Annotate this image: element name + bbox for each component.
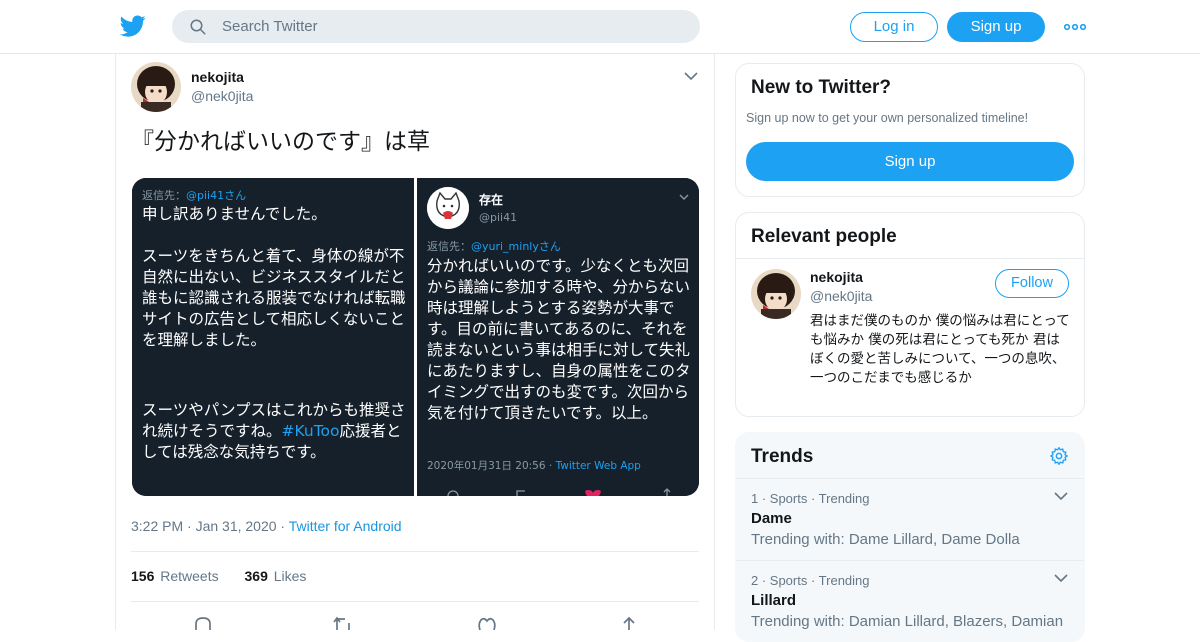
likes-stat[interactable]: 369 Likes [245, 568, 307, 584]
media-image-right: 存在 @pii41 返信先：@yuri_minlyさん 分かればいいのです。少な… [417, 178, 699, 496]
trends-title: Trends [751, 446, 814, 467]
image-text-right: 分かればいいのです。少なくとも次回から議論に参加する時や、分からない時は理解しよ… [427, 257, 691, 422]
author-name[interactable]: nekojita [191, 69, 244, 85]
new-to-twitter-desc: Sign up now to get your own personalized… [746, 111, 1029, 125]
divider [131, 551, 699, 552]
trend-related: Trending with: Dame Lillard, Dame Dolla [751, 531, 1020, 548]
tweet-source-link[interactable]: Twitter for Android [289, 518, 402, 534]
quoted-handle: @pii41 [479, 211, 518, 224]
top-bar: Log in Sign up [0, 0, 1200, 54]
tweet-detail: nekojita @nek0jita 『分かればいいのです』は草 返信先：@pi… [115, 54, 715, 630]
reply-to-label: 返信先：@yuri_minlyさん [427, 240, 561, 253]
search-icon [190, 19, 206, 35]
trend-item[interactable]: 1 · Sports · Trending Dame Trending with… [736, 478, 1084, 560]
tweet-text: 『分かればいいのです』は草 [131, 129, 430, 155]
new-to-twitter-title: New to Twitter? [751, 77, 892, 98]
chevron-down-icon[interactable] [1054, 573, 1068, 583]
trend-meta: 1 · Sports · Trending [751, 491, 870, 506]
more-icon[interactable] [1064, 18, 1086, 36]
new-to-twitter-card: New to Twitter? Sign up now to get your … [735, 63, 1085, 197]
trend-meta: 2 · Sports · Trending [751, 573, 870, 588]
person-handle[interactable]: @nek0jita [810, 288, 872, 304]
author-handle[interactable]: @nek0jita [191, 88, 253, 104]
signup-button-large[interactable]: Sign up [746, 142, 1074, 181]
login-button[interactable]: Log in [850, 12, 938, 42]
chevron-down-icon[interactable] [1054, 491, 1068, 501]
image-timestamp: 2020年01月31日 20:56 · Twitter Web App [427, 460, 641, 472]
avatar[interactable] [751, 269, 801, 319]
like-icon[interactable] [476, 616, 498, 630]
image-text-top: 申し訳ありませんでした。 スーツをきちんと着て、身体の線が不自然に出ない、ビジネ… [142, 205, 406, 349]
search-box[interactable] [172, 10, 700, 43]
reply-to-label: 返信先：@pii41さん [142, 189, 247, 202]
twitter-logo-icon[interactable] [120, 13, 146, 39]
image-action-icons [447, 488, 671, 496]
quoted-name: 存在 [479, 193, 504, 207]
gear-icon[interactable] [1049, 446, 1069, 466]
image-text-bottom: スーツやパンプスはこれからも推奨され続けそうですね。#KuToo応援者としては残… [142, 401, 406, 461]
trends-card: Trends 1 · Sports · Trending Dame Trendi… [735, 432, 1085, 642]
divider [131, 601, 699, 602]
tweet-stats: 156 Retweets 369 Likes [131, 568, 306, 584]
trend-name[interactable]: Lillard [751, 592, 796, 609]
divider [736, 258, 1084, 259]
relevant-people-title: Relevant people [751, 226, 897, 247]
search-input[interactable] [222, 10, 682, 43]
tweet-timestamp: 3:22 PM · Jan 31, 2020 · Twitter for And… [131, 518, 402, 534]
person-name[interactable]: nekojita [810, 269, 863, 285]
signup-button[interactable]: Sign up [947, 12, 1045, 42]
reply-icon[interactable] [192, 616, 214, 630]
retweet-icon[interactable] [332, 616, 354, 630]
avatar[interactable] [131, 62, 181, 112]
trend-related: Trending with: Damian Lillard, Blazers, … [751, 613, 1064, 630]
cat-avatar [427, 187, 469, 229]
tweet-media[interactable]: 返信先：@pii41さん 申し訳ありませんでした。 スーツをきちんと着て、身体の… [132, 178, 699, 496]
share-icon[interactable] [618, 616, 640, 630]
follow-button[interactable]: Follow [995, 269, 1069, 298]
trend-name[interactable]: Dame [751, 510, 792, 527]
media-image-left: 返信先：@pii41さん 申し訳ありませんでした。 スーツをきちんと着て、身体の… [132, 178, 414, 496]
retweets-stat[interactable]: 156 Retweets [131, 568, 219, 584]
person-bio: 君はまだ僕のものか 僕の悩みは君にとっても悩みか 僕の死は君にとっても死か 君は… [810, 313, 1070, 386]
chevron-down-icon[interactable] [684, 71, 698, 81]
relevant-people-card: Relevant people nekojita @nek0jita Follo… [735, 212, 1085, 417]
chevron-down-icon [679, 194, 689, 200]
